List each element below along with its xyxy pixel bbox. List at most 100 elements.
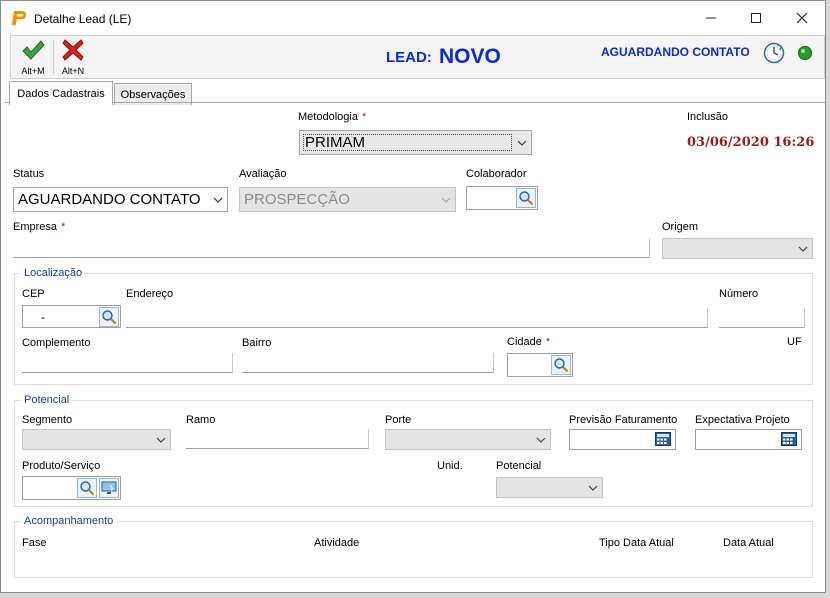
tab-dados-cadastrais[interactable]: Dados Cadastrais bbox=[9, 81, 113, 105]
potencial-label: Potencial bbox=[496, 460, 542, 472]
complemento-label: Complemento bbox=[22, 337, 91, 349]
chevron-down-icon bbox=[213, 197, 223, 203]
numero-label: Número bbox=[719, 288, 759, 300]
status-light-icon bbox=[798, 46, 812, 60]
metodologia-label-text: Metodologia bbox=[298, 111, 358, 123]
expectativa-label: Expectativa Projeto bbox=[695, 414, 790, 426]
magnifier-icon bbox=[519, 191, 534, 206]
chevron-down-icon bbox=[441, 197, 451, 203]
calculator-icon bbox=[655, 432, 671, 446]
avaliacao-label: Avaliação bbox=[239, 168, 287, 180]
porte-select[interactable] bbox=[385, 429, 551, 450]
calculator-icon bbox=[781, 432, 797, 446]
checkmark-icon bbox=[22, 40, 45, 60]
bairro-input[interactable] bbox=[242, 353, 494, 373]
previsao-label: Previsão Faturamento bbox=[569, 414, 678, 426]
acompanhamento-legend: Acompanhamento bbox=[24, 515, 114, 527]
colaborador-search-button[interactable] bbox=[516, 188, 536, 208]
lead-label: LEAD: bbox=[386, 49, 432, 66]
colaborador-label: Colaborador bbox=[466, 168, 527, 180]
endereco-label: Endereço bbox=[126, 288, 174, 300]
cep-label: CEP bbox=[22, 288, 45, 300]
maximize-button[interactable] bbox=[741, 5, 771, 31]
lead-detail-window: Detalhe Lead (LE) Alt+M Alt+N LEAD: NOVO… bbox=[0, 0, 826, 593]
monitor-icon bbox=[101, 481, 117, 494]
produto-screen-button[interactable] bbox=[99, 478, 119, 498]
status-value: AGUARDANDO CONTATO bbox=[18, 191, 201, 208]
required-mark: * bbox=[61, 221, 66, 233]
status-label: Status bbox=[13, 168, 45, 180]
inclusao-value: 03/06/2020 16:26 bbox=[687, 135, 815, 150]
minimize-button[interactable] bbox=[696, 5, 726, 31]
metodologia-value: PRIMAM bbox=[305, 134, 365, 151]
inclusao-label: Inclusão bbox=[687, 111, 728, 123]
magnifier-icon bbox=[554, 358, 569, 373]
magnifier-icon bbox=[80, 481, 95, 496]
cancel-button[interactable]: Alt+N bbox=[54, 36, 92, 78]
confirm-shortcut: Alt+M bbox=[21, 66, 45, 76]
column-header-data-atual: Data Atual bbox=[723, 537, 774, 549]
expectativa-calculator-button[interactable] bbox=[779, 431, 799, 447]
ramo-input[interactable] bbox=[186, 429, 369, 449]
segmento-select[interactable] bbox=[22, 429, 171, 450]
potencial-legend: Potencial bbox=[24, 394, 70, 406]
produto-search-button[interactable] bbox=[77, 478, 97, 498]
tab-divider bbox=[5, 102, 825, 103]
metodologia-select[interactable]: PRIMAM bbox=[299, 130, 532, 155]
cidade-search-button[interactable] bbox=[551, 355, 571, 375]
metodologia-label: Metodologia * bbox=[298, 111, 366, 123]
produto-label: Produto/Serviço bbox=[22, 460, 101, 472]
segmento-label: Segmento bbox=[22, 414, 73, 426]
uf-label: UF bbox=[787, 336, 802, 348]
origem-select[interactable] bbox=[662, 238, 813, 259]
title-bar: Detalhe Lead (LE) bbox=[1, 1, 825, 35]
potencial-group: Potencial bbox=[14, 394, 813, 507]
potencial-select[interactable] bbox=[496, 477, 603, 498]
chevron-down-icon bbox=[517, 140, 527, 146]
required-mark: * bbox=[545, 336, 551, 348]
magnifier-icon bbox=[102, 310, 117, 325]
lead-value: NOVO bbox=[439, 45, 501, 68]
window-title: Detalhe Lead (LE) bbox=[34, 12, 132, 26]
avaliacao-select: PROSPECÇÃO bbox=[239, 187, 456, 212]
cancel-shortcut: Alt+N bbox=[61, 66, 85, 76]
acompanhamento-group: Acompanhamento bbox=[14, 515, 813, 578]
complemento-input[interactable] bbox=[22, 353, 233, 373]
tab-label: Dados Cadastrais bbox=[17, 87, 105, 100]
tab-label: Observações bbox=[120, 88, 186, 101]
numero-input[interactable] bbox=[719, 308, 805, 328]
chevron-down-icon bbox=[536, 437, 546, 443]
x-icon bbox=[62, 39, 84, 61]
cep-search-button[interactable] bbox=[99, 307, 119, 327]
column-header-tipo-data-atual: Tipo Data Atual bbox=[599, 537, 674, 549]
clock-icon[interactable] bbox=[763, 42, 785, 64]
column-header-fase: Fase bbox=[22, 537, 47, 549]
empresa-label: Empresa * bbox=[13, 221, 65, 233]
localizacao-legend: Localização bbox=[24, 267, 83, 279]
cep-value: - bbox=[41, 310, 45, 324]
cidade-label-text: Cidade bbox=[507, 336, 542, 348]
close-icon bbox=[796, 12, 808, 24]
lead-status: AGUARDANDO CONTATO bbox=[601, 45, 750, 59]
empresa-label-text: Empresa bbox=[13, 221, 58, 233]
chevron-down-icon bbox=[588, 485, 598, 491]
app-logo-icon bbox=[12, 11, 26, 25]
confirm-button[interactable]: Alt+M bbox=[14, 36, 52, 78]
toolbar: Alt+M Alt+N LEAD: NOVO AGUARDANDO CONTAT… bbox=[10, 35, 825, 79]
chevron-down-icon bbox=[798, 246, 808, 252]
minimize-icon bbox=[706, 17, 716, 19]
chevron-down-icon bbox=[156, 437, 166, 443]
unid-label: Unid. bbox=[437, 460, 463, 472]
cidade-label: Cidade * bbox=[507, 336, 550, 348]
required-mark: * bbox=[361, 111, 367, 123]
maximize-icon bbox=[751, 13, 761, 23]
status-select[interactable]: AGUARDANDO CONTATO bbox=[13, 187, 228, 212]
endereco-input[interactable] bbox=[126, 308, 708, 328]
empresa-input[interactable] bbox=[13, 238, 650, 258]
close-button[interactable] bbox=[787, 5, 817, 31]
ramo-label: Ramo bbox=[186, 414, 216, 426]
avaliacao-value: PROSPECÇÃO bbox=[244, 191, 350, 208]
porte-label: Porte bbox=[385, 414, 412, 426]
previsao-calculator-button[interactable] bbox=[653, 431, 673, 447]
column-header-atividade: Atividade bbox=[314, 537, 360, 549]
